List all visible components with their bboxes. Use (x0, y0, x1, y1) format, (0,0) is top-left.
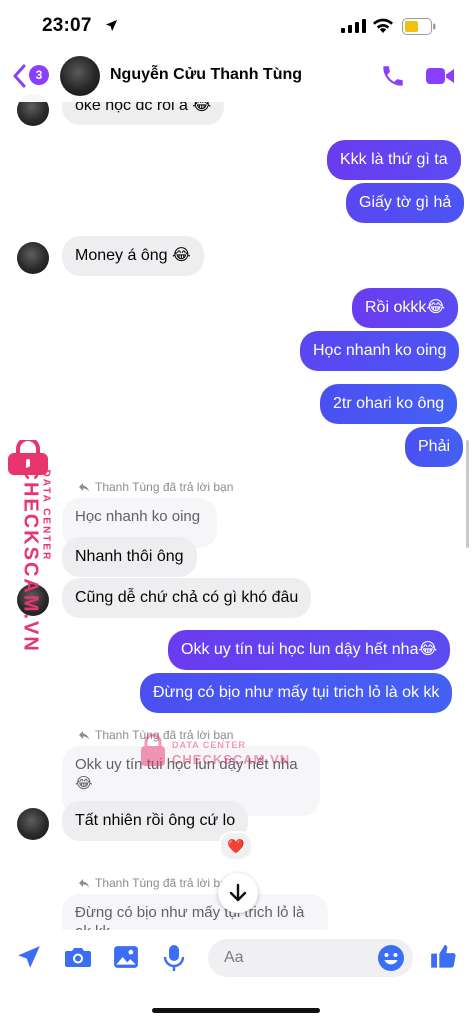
unread-badge: 3 (29, 65, 49, 85)
reply-icon (79, 879, 89, 888)
contact-avatar-small[interactable] (17, 584, 49, 616)
lock-icon (8, 440, 48, 475)
back-chevron-icon (13, 64, 26, 88)
heart-reaction[interactable]: ❤️ (219, 831, 253, 861)
outgoing-message[interactable]: Giấy tờ gì hả (346, 183, 465, 223)
incoming-message[interactable]: Cũng dễ chứ chả có gì khó đâu (62, 578, 312, 618)
scroll-to-bottom-button[interactable] (218, 873, 258, 913)
incoming-message[interactable]: Tất nhiên rồi ông cứ lo (62, 801, 249, 841)
signal-icon (341, 19, 366, 33)
incoming-message[interactable]: Money á ông 😂 (62, 236, 204, 276)
reply-icon (79, 483, 89, 492)
chat-header: 3 Nguyễn Cửu Thanh Tùng (0, 50, 473, 102)
back-button[interactable]: 3 (12, 62, 52, 90)
outgoing-message[interactable]: Rồi okkk😂 (352, 288, 459, 328)
reply-icon (79, 731, 89, 740)
outgoing-message[interactable]: Okk uy tín tui học lun dậy hết nha😂 (168, 630, 451, 670)
scrollbar[interactable] (466, 440, 469, 548)
status-time: 23:07 (42, 15, 92, 36)
send-location-icon[interactable] (16, 944, 42, 970)
location-arrow-icon (105, 19, 118, 32)
outgoing-message[interactable]: Học nhanh ko oing (300, 331, 460, 371)
contact-avatar-small[interactable] (17, 242, 49, 274)
like-icon[interactable] (430, 942, 458, 970)
battery-icon (402, 18, 436, 35)
outgoing-message[interactable]: Đừng có bịo như mấy tụi trich lỏ là ok k… (140, 673, 453, 713)
message-composer: Aa (0, 930, 473, 990)
home-indicator (152, 1008, 320, 1013)
contact-name[interactable]: Nguyễn Cửu Thanh Tùng (110, 66, 302, 84)
emoji-icon[interactable] (377, 944, 405, 972)
reply-label: Thanh Tùng đã trả lời bạn (78, 480, 233, 494)
phone-icon[interactable] (380, 63, 406, 89)
video-icon[interactable] (425, 64, 455, 88)
incoming-message[interactable]: Nhanh thôi ông (62, 537, 197, 577)
microphone-icon[interactable] (162, 944, 186, 972)
status-bar: 23:07 (0, 0, 473, 50)
arrow-down-icon (229, 883, 247, 902)
reply-label: Thanh Tùng đã trả lời bạn (78, 876, 233, 890)
wifi-icon (373, 18, 393, 33)
outgoing-message[interactable]: Phải (405, 427, 464, 467)
outgoing-message[interactable]: 2tr ohari ko ông (320, 384, 458, 424)
gallery-icon[interactable] (113, 944, 139, 970)
camera-icon[interactable] (64, 944, 92, 970)
reply-label: Thanh Tùng đã trả lời bạn (78, 728, 233, 742)
outgoing-message[interactable]: Kkk là thứ gì ta (327, 140, 461, 180)
contact-avatar-small[interactable] (17, 808, 49, 840)
watermark-text: DATA CENTER CHECKSCAM.VN (19, 465, 52, 653)
contact-avatar[interactable] (60, 56, 100, 96)
